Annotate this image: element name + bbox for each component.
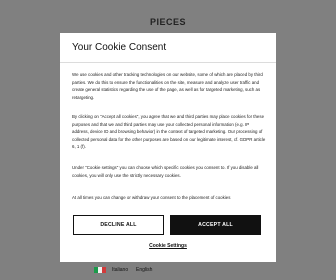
consent-paragraph-1: We use cookies and other tracking techno…	[72, 72, 263, 100]
dialog-title: Your Cookie Consent	[72, 42, 167, 53]
language-english-link[interactable]: English	[136, 267, 152, 273]
accept-all-button[interactable]: ACCEPT ALL	[170, 215, 261, 235]
italian-flag-icon[interactable]	[94, 267, 106, 273]
decline-all-button[interactable]: DECLINE ALL	[73, 215, 164, 235]
consent-paragraph-2: By clicking on "Accept all cookies", you…	[72, 114, 266, 150]
flag-stripe-red	[102, 267, 106, 273]
cookie-settings-link[interactable]: Cookie Settings	[60, 243, 276, 249]
title-divider	[60, 62, 276, 63]
consent-paragraph-4: At all times you can change or withdraw …	[72, 195, 231, 200]
language-italiano-link[interactable]: Italiano	[112, 267, 128, 273]
site-logo[interactable]: PIECES	[0, 17, 336, 27]
site-header: PIECES	[0, 0, 336, 32]
consent-paragraph-3: Under "Cookie settings" you can choose w…	[72, 165, 259, 178]
site-footer	[0, 262, 336, 280]
cookie-consent-dialog: Your Cookie Consent We use cookies and o…	[60, 33, 276, 262]
